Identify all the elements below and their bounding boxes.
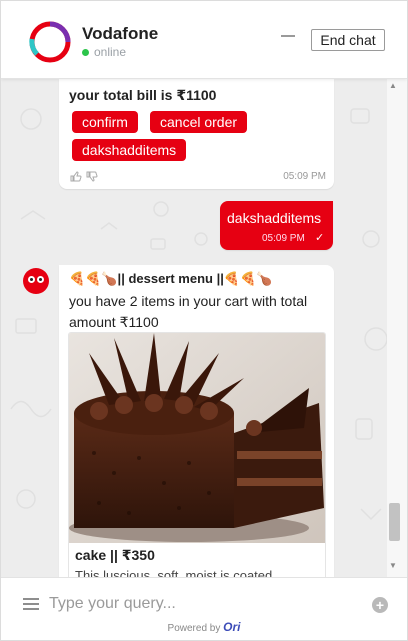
user-message: dakshadditems 05:09 PM ✓ [220,201,333,250]
menu-icon[interactable] [23,598,39,610]
product-description: This luscious, soft, moist is coated [75,568,273,577]
vodafone-logo [29,21,71,63]
dakshadditems-button[interactable]: dakshadditems [72,139,187,161]
minimize-button[interactable] [281,35,295,37]
chat-header: Vodafone online End chat [1,1,407,79]
bot-avatar [23,268,49,294]
scroll-up-icon[interactable]: ▲ [389,81,397,90]
user-message-text: dakshadditems [227,210,322,226]
scroll-down-icon[interactable]: ▼ [389,561,397,570]
cancel-order-button[interactable]: cancel order [150,111,248,133]
powered-by: Powered by Ori [1,620,407,634]
product-card[interactable]: cake || ₹350 This luscious, soft, moist … [68,332,326,577]
online-dot-icon [82,48,89,56]
bot-message-dessert: 🍕🍕🍗|| dessert menu ||🍕🍕🍗 you have 2 item… [59,265,334,577]
cart-summary-text: you have 2 items in your cart with total… [69,293,308,330]
chocolate-cake-image [69,333,325,543]
brand-name: Vodafone [82,24,159,43]
scrollbar-thumb[interactable] [389,503,400,541]
confirm-button[interactable]: confirm [72,111,138,133]
powered-by-text: Powered by [167,623,221,634]
chat-widget: Vodafone online End chat your total bill… [0,0,408,641]
chat-composer: + Powered by Ori [1,577,407,640]
bot-eye-icon [28,276,35,283]
checkmark-icon: ✓ [315,232,325,244]
dessert-menu-title: 🍕🍕🍗|| dessert menu ||🍕🍕🍗 [69,271,273,286]
message-time: 05:09 PM [262,233,305,244]
product-title: cake || ₹350 [75,547,155,563]
bot-message-bill: your total bill is ₹1100 confirm cancel … [59,79,334,189]
thumbs-up-icon[interactable] [70,171,82,185]
bot-eye-icon [37,276,44,283]
thumbs-down-icon[interactable] [86,171,98,185]
query-input[interactable] [49,592,349,616]
add-icon[interactable]: + [372,597,388,613]
chat-messages[interactable]: your total bill is ₹1100 confirm cancel … [1,79,407,577]
ori-logo: Ori [223,620,241,634]
bill-text: your total bill is ₹1100 [69,87,217,103]
message-time: 05:09 PM [283,171,326,182]
status-text: online [94,45,127,59]
end-chat-button[interactable]: End chat [311,29,385,51]
online-status: online [82,45,126,59]
